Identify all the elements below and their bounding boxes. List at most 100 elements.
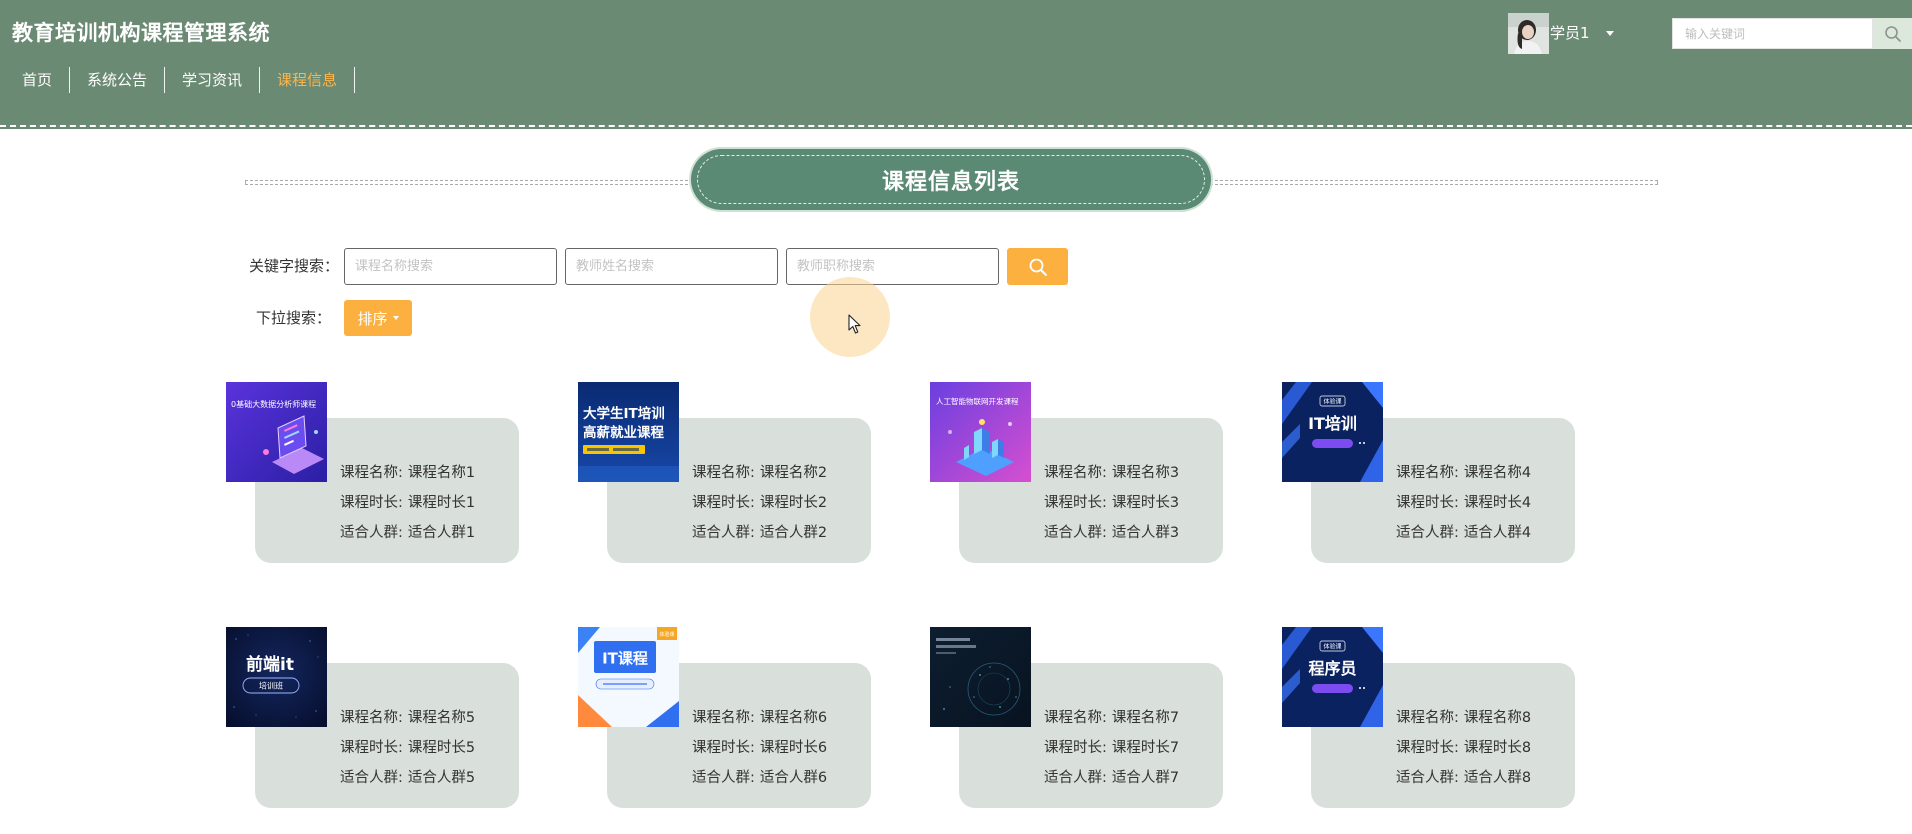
- course-audience-line: 适合人群: 适合人群8: [1396, 763, 1531, 793]
- header-search-button[interactable]: [1873, 18, 1912, 49]
- course-audience: 适合人群3: [1111, 525, 1180, 541]
- avatar[interactable]: [1508, 13, 1549, 54]
- course-thumbnail[interactable]: 大学生IT培训 高薪就业课程: [578, 382, 679, 482]
- course-duration-line: 课程时长: 课程时长1: [340, 488, 475, 518]
- course-name: 课程名称5: [407, 710, 476, 726]
- nav-item-learning-news[interactable]: 学习资讯: [165, 67, 261, 93]
- course-duration-line: 课程时长: 课程时长2: [692, 488, 827, 518]
- course-duration-label: 课程时长:: [1044, 495, 1107, 511]
- course-audience-label: 适合人群:: [340, 525, 403, 541]
- course-audience-label: 适合人群:: [1396, 525, 1459, 541]
- search-button[interactable]: [1007, 248, 1068, 285]
- course-duration-label: 课程时长:: [1044, 740, 1107, 756]
- course-card[interactable]: 前端it 培训班 课程名称: 课程名称5 课程时长: 课程时长5 适合人群: 适合人群…: [226, 627, 519, 808]
- thumbnail-caption: 大学生IT培训: [583, 405, 665, 422]
- course-audience-line: 适合人群: 适合人群6: [692, 763, 827, 793]
- course-duration: 课程时长5: [407, 740, 476, 756]
- caret-down-icon: [392, 316, 399, 320]
- course-thumbnail[interactable]: 0基础大数据分析师课程: [226, 382, 327, 482]
- course-thumbnail[interactable]: 体验课 IT培训: [1282, 382, 1383, 482]
- course-info: 课程名称: 课程名称6 课程时长: 课程时长6 适合人群: 适合人群6: [692, 703, 827, 793]
- course-audience: 适合人群5: [407, 770, 476, 786]
- course-thumbnail[interactable]: [930, 627, 1031, 727]
- course-duration: 课程时长3: [1111, 495, 1180, 511]
- course-duration: 课程时长8: [1463, 740, 1532, 756]
- course-info: 课程名称: 课程名称5 课程时长: 课程时长5 适合人群: 适合人群5: [340, 703, 475, 793]
- course-name-label: 课程名称:: [1044, 465, 1107, 481]
- course-card[interactable]: 大学生IT培训 高薪就业课程 课程名称: 课程名称2 课程时长: 课程时长2 适合人…: [578, 382, 871, 563]
- course-duration: 课程时长7: [1111, 740, 1180, 756]
- course-card[interactable]: 课程名称: 课程名称7 课程时长: 课程时长7 适合人群: 适合人群7: [930, 627, 1223, 808]
- course-name-line: 课程名称: 课程名称6: [692, 703, 827, 733]
- course-name-search-input[interactable]: [344, 248, 557, 285]
- course-card[interactable]: 体验课 程序员 课程名称: 课程名称8 课程时长: 课程时长8 适合人群: 适合人群8: [1282, 627, 1575, 808]
- course-info: 课程名称: 课程名称4 课程时长: 课程时长4 适合人群: 适合人群4: [1396, 458, 1531, 548]
- teacher-title-search-input[interactable]: [786, 248, 999, 285]
- course-audience-line: 适合人群: 适合人群3: [1044, 518, 1179, 548]
- course-audience: 适合人群2: [759, 525, 828, 541]
- thumbnail-caption: 高薪就业课程: [583, 424, 664, 441]
- course-duration-line: 课程时长: 课程时长7: [1044, 733, 1179, 763]
- course-duration-line: 课程时长: 课程时长3: [1044, 488, 1179, 518]
- course-thumbnail[interactable]: 前端it 培训班: [226, 627, 327, 727]
- caret-down-icon[interactable]: [1606, 31, 1614, 36]
- thumbnail-caption: 0基础大数据分析师课程: [231, 399, 316, 409]
- user-photo-icon: [1508, 13, 1549, 54]
- course-name-line: 课程名称: 课程名称4: [1396, 458, 1531, 488]
- course-audience-line: 适合人群: 适合人群2: [692, 518, 827, 548]
- course-card[interactable]: 体验课 IT培训 课程名称: 课程名称4 课程时长: 课程时长4 适合人群: 适合人群…: [1282, 382, 1575, 563]
- course-name-label: 课程名称:: [1044, 710, 1107, 726]
- course-card[interactable]: 人工智能物联网开发课程 课程名称: 课程名称3 课程时长: 课程时长3 适合人群: 适…: [930, 382, 1223, 563]
- section-title-pill: 课程信息列表: [691, 149, 1211, 210]
- thumbnail-caption: 人工智能物联网开发课程: [936, 396, 1019, 406]
- course-duration: 课程时长1: [407, 495, 476, 511]
- user-name[interactable]: 学员1: [1550, 22, 1590, 44]
- thumbnail-caption: 程序员: [1308, 659, 1356, 678]
- thumbnail-caption: 前端it: [246, 654, 294, 675]
- course-duration-line: 课程时长: 课程时长5: [340, 733, 475, 763]
- dropdown-search-label: 下拉搜索：: [256, 309, 332, 327]
- course-name: 课程名称7: [1111, 710, 1180, 726]
- course-audience-line: 适合人群: 适合人群5: [340, 763, 475, 793]
- course-duration-line: 课程时长: 课程时长4: [1396, 488, 1531, 518]
- course-name: 课程名称1: [407, 465, 476, 481]
- course-name-line: 课程名称: 课程名称2: [692, 458, 827, 488]
- course-thumbnail[interactable]: IT课程 体验课: [578, 627, 679, 727]
- course-info: 课程名称: 课程名称7 课程时长: 课程时长7 适合人群: 适合人群7: [1044, 703, 1179, 793]
- thumbnail-caption: IT培训: [1308, 414, 1357, 433]
- thumbnail-pill-text: 培训班: [259, 681, 283, 691]
- course-audience: 适合人群1: [407, 525, 476, 541]
- course-thumbnail[interactable]: 人工智能物联网开发课程: [930, 382, 1031, 482]
- course-duration-label: 课程时长:: [340, 495, 403, 511]
- nav-item-course-info[interactable]: 课程信息: [260, 67, 356, 93]
- sort-dropdown-button[interactable]: 排序: [344, 300, 412, 336]
- course-audience-label: 适合人群:: [1044, 770, 1107, 786]
- nav-item-announcements[interactable]: 系统公告: [70, 67, 166, 93]
- course-card[interactable]: 0基础大数据分析师课程 课程名称: 课程名称1 课程时长: 课程时长1 适合人群: 适…: [226, 382, 519, 563]
- teacher-name-search-input[interactable]: [565, 248, 778, 285]
- course-duration: 课程时长2: [759, 495, 828, 511]
- course-card[interactable]: IT课程 体验课 课程名称: 课程名称6 课程时长: 课程时长6 适合人群: 适合人群…: [578, 627, 871, 808]
- course-duration: 课程时长6: [759, 740, 828, 756]
- thumbnail-pill: [1312, 439, 1353, 448]
- search-icon: [1029, 258, 1047, 276]
- course-audience: 适合人群8: [1463, 770, 1532, 786]
- course-info: 课程名称: 课程名称1 课程时长: 课程时长1 适合人群: 适合人群1: [340, 458, 475, 548]
- course-name-label: 课程名称:: [692, 465, 755, 481]
- course-name-label: 课程名称:: [1396, 465, 1459, 481]
- thumbnail-badge-text: 体验课: [659, 631, 674, 638]
- course-duration-label: 课程时长:: [692, 740, 755, 756]
- course-audience: 适合人群6: [759, 770, 828, 786]
- course-thumbnail[interactable]: 体验课 程序员: [1282, 627, 1383, 727]
- course-name-line: 课程名称: 课程名称1: [340, 458, 475, 488]
- course-audience-label: 适合人群:: [692, 770, 755, 786]
- nav-item-home[interactable]: 首页: [5, 67, 71, 93]
- mouse-pointer-icon: [848, 314, 861, 334]
- course-audience: 适合人群7: [1111, 770, 1180, 786]
- header-search-input[interactable]: [1672, 18, 1873, 49]
- course-info: 课程名称: 课程名称8 课程时长: 课程时长8 适合人群: 适合人群8: [1396, 703, 1531, 793]
- thumbnail-pill: [1312, 684, 1353, 693]
- course-audience-label: 适合人群:: [1396, 770, 1459, 786]
- course-name: 课程名称6: [759, 710, 828, 726]
- course-duration-line: 课程时长: 课程时长6: [692, 733, 827, 763]
